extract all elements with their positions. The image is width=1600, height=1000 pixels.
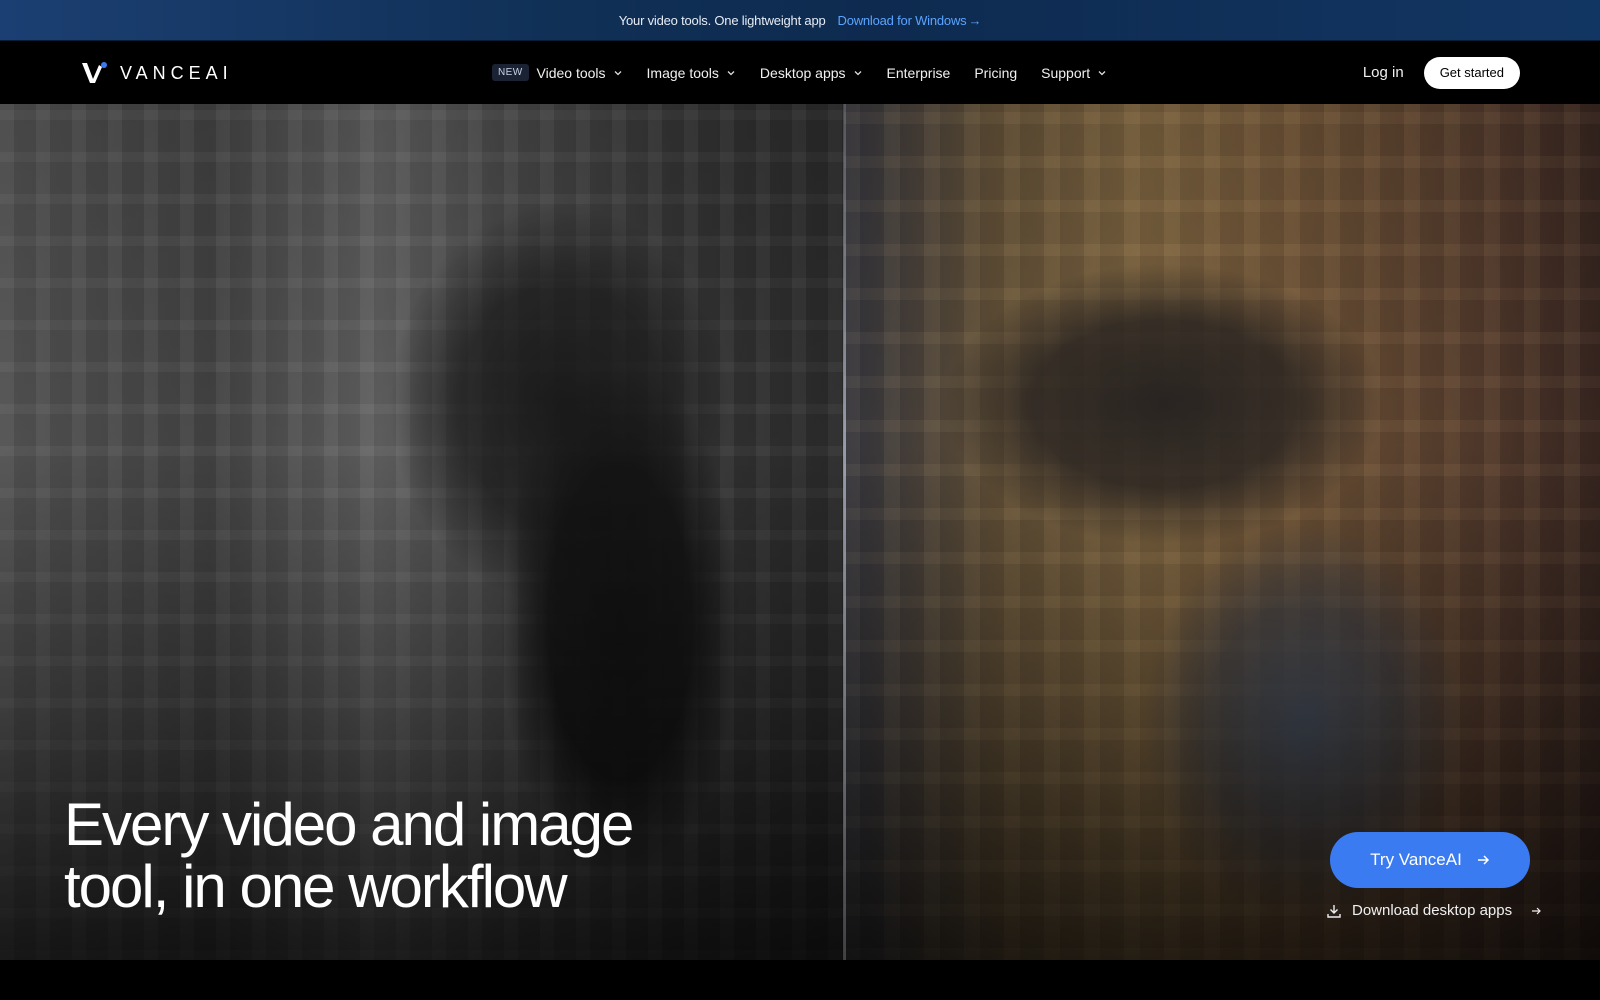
- nav-enterprise-label: Enterprise: [886, 64, 951, 81]
- promo-text: Your video tools. One lightweight app: [618, 12, 826, 28]
- nav-support-label: Support: [1041, 64, 1091, 81]
- nav-enterprise[interactable]: Enterprise: [887, 65, 951, 81]
- chevron-down-icon: [727, 70, 735, 75]
- login-link[interactable]: Log in: [1363, 64, 1404, 81]
- compare-slider-handle[interactable]: [843, 104, 846, 960]
- chevron-down-icon: [1098, 70, 1106, 75]
- download-windows-label: Download for Windows: [837, 12, 967, 28]
- arrow-right-icon: →: [968, 12, 982, 28]
- nav-pricing[interactable]: Pricing: [974, 65, 1017, 81]
- promo-banner: Your video tools. One lightweight app Do…: [0, 0, 1600, 41]
- page-bottom: [0, 960, 1600, 1000]
- hero-headline: Every video and image tool, in one workf…: [64, 794, 764, 918]
- chevron-down-icon: [614, 70, 622, 75]
- hero-headline-line2: tool, in one workflow: [64, 853, 568, 920]
- nav-image-tools-label: Image tools: [646, 64, 719, 81]
- hero-headline-line1: Every video and image: [64, 791, 634, 858]
- download-windows-link[interactable]: Download for Windows →: [838, 13, 982, 28]
- download-desktop-apps-link[interactable]: Download desktop apps: [1326, 902, 1542, 919]
- nav-actions: Log in Get started: [1363, 41, 1520, 104]
- arrow-right-icon: [1532, 907, 1541, 914]
- download-desktop-apps-label: Download desktop apps: [1352, 902, 1513, 919]
- brand-name: VANCEAI: [120, 62, 233, 83]
- chevron-down-icon: [854, 70, 861, 75]
- get-started-button[interactable]: Get started: [1423, 56, 1520, 89]
- vanceai-logo-icon: [82, 62, 107, 83]
- download-icon: [1327, 904, 1341, 918]
- nav-desktop-apps[interactable]: Desktop apps: [760, 65, 863, 81]
- hero-section: Every video and image tool, in one workf…: [0, 104, 1600, 960]
- new-badge: NEW: [492, 64, 529, 81]
- arrow-right-icon: [1477, 855, 1489, 865]
- nav-image-tools[interactable]: Image tools: [647, 65, 736, 81]
- nav-desktop-apps-label: Desktop apps: [759, 64, 846, 81]
- nav-support[interactable]: Support: [1041, 65, 1107, 81]
- nav-video-tools-label: Video tools: [536, 64, 606, 81]
- try-vanceai-label: Try VanceAI: [1370, 850, 1462, 869]
- nav-pricing-label: Pricing: [974, 64, 1018, 81]
- top-nav: VANCEAI NEW Video tools Image tools Desk…: [0, 41, 1600, 104]
- try-vanceai-button[interactable]: Try VanceAI: [1330, 832, 1530, 888]
- nav-video-tools[interactable]: NEW Video tools: [492, 64, 623, 81]
- main-menu: NEW Video tools Image tools Desktop apps…: [492, 41, 1107, 104]
- logo[interactable]: VANCEAI: [80, 61, 233, 85]
